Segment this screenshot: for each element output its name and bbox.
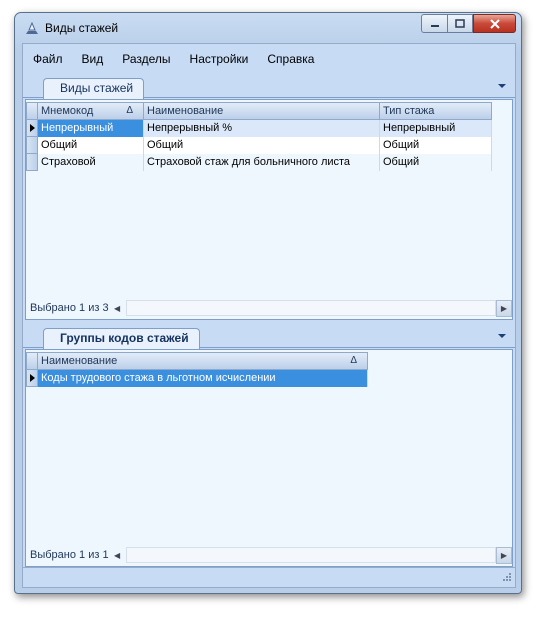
grid-header: Мнемокод Δ Наименование Тип стажа xyxy=(26,102,492,120)
panel-experience-types: Виды стажей Мнемокод Δ Наименование Тип … xyxy=(23,74,515,320)
menu-bar: Файл Вид Разделы Настройки Справка xyxy=(23,44,515,74)
row-indicator xyxy=(26,154,38,171)
grid-experience-types: Мнемокод Δ Наименование Тип стажа Непрер… xyxy=(25,99,513,320)
tabstrip-experience-types: Виды стажей xyxy=(23,74,515,99)
current-row-arrow-icon xyxy=(30,124,35,132)
row-indicator-header xyxy=(26,352,38,370)
scroll-left-icon[interactable]: ◀ xyxy=(114,304,124,313)
column-header-mnemocode[interactable]: Мнемокод Δ xyxy=(38,102,144,120)
maximize-icon xyxy=(455,19,465,28)
scroll-right-button[interactable]: ▶ xyxy=(496,546,512,564)
table-cell[interactable]: Страховой xyxy=(38,154,144,171)
client-area: Файл Вид Разделы Настройки Справка Виды … xyxy=(22,43,516,588)
close-button[interactable] xyxy=(473,14,516,33)
panel-experience-code-groups: Группы кодов стажей Наименование Δ Коды … xyxy=(23,324,515,567)
grid-code-groups: Наименование Δ Коды трудового стажа в ль… xyxy=(25,349,513,567)
tab-code-groups[interactable]: Группы кодов стажей xyxy=(43,328,200,349)
app-icon xyxy=(26,22,38,34)
table-row[interactable]: Страховой Страховой стаж для больничного… xyxy=(26,154,492,171)
table-row[interactable]: Коды трудового стажа в льготном исчислен… xyxy=(26,370,368,387)
scroll-right-icon: ▶ xyxy=(500,303,508,313)
grid-header: Наименование Δ xyxy=(26,352,368,370)
grid-status-bar: Выбрано 1 из 3 ◀ ▶ xyxy=(28,299,512,317)
scroll-right-button[interactable]: ▶ xyxy=(496,299,512,317)
maximize-button[interactable] xyxy=(447,14,473,33)
sort-ascending-icon: Δ xyxy=(126,105,133,116)
row-indicator xyxy=(26,137,38,154)
close-icon xyxy=(489,18,500,29)
sort-ascending-icon: Δ xyxy=(350,355,357,366)
minimize-button[interactable] xyxy=(421,14,447,33)
selection-count: Выбрано 1 из 3 xyxy=(30,302,109,314)
row-indicator-header xyxy=(26,102,38,120)
window-title: Виды стажей xyxy=(45,21,119,35)
column-header-type[interactable]: Тип стажа xyxy=(380,102,492,120)
table-row[interactable]: Непрерывный Непрерывный % Непрерывный xyxy=(26,120,492,137)
menu-sections[interactable]: Разделы xyxy=(122,52,170,66)
chevron-down-icon[interactable] xyxy=(497,81,507,91)
horizontal-scrollbar[interactable] xyxy=(126,300,496,316)
table-cell[interactable]: Непрерывный xyxy=(380,120,492,137)
table-cell[interactable]: Непрерывный % xyxy=(144,120,380,137)
horizontal-scrollbar[interactable] xyxy=(126,547,496,563)
menu-help[interactable]: Справка xyxy=(267,52,314,66)
window-status-bar xyxy=(23,567,515,587)
column-label: Тип стажа xyxy=(383,105,435,117)
selection-count: Выбрано 1 из 1 xyxy=(30,549,109,561)
table-cell[interactable]: Общий xyxy=(144,137,380,154)
table-cell[interactable]: Общий xyxy=(380,154,492,171)
table-cell[interactable]: Непрерывный xyxy=(38,120,144,137)
table-cell[interactable]: Общий xyxy=(38,137,144,154)
tab-experience-types[interactable]: Виды стажей xyxy=(43,78,145,99)
scroll-right-icon: ▶ xyxy=(500,550,508,560)
table-cell[interactable]: Страховой стаж для больничного листа xyxy=(144,154,380,171)
menu-view[interactable]: Вид xyxy=(82,52,104,66)
main-window: Виды стажей Файл Вид Разделы Настройки С… xyxy=(14,12,522,594)
menu-settings[interactable]: Настройки xyxy=(190,52,249,66)
table-row[interactable]: Общий Общий Общий xyxy=(26,137,492,154)
chevron-down-icon[interactable] xyxy=(497,331,507,341)
title-bar[interactable]: Виды стажей xyxy=(15,13,521,43)
menu-file[interactable]: Файл xyxy=(33,52,63,66)
table-cell[interactable]: Коды трудового стажа в льготном исчислен… xyxy=(38,370,368,387)
column-label: Наименование xyxy=(41,355,118,367)
grid-status-bar: Выбрано 1 из 1 ◀ ▶ xyxy=(28,546,512,564)
minimize-icon xyxy=(430,24,439,27)
tabstrip-code-groups: Группы кодов стажей xyxy=(23,324,515,349)
column-header-name[interactable]: Наименование Δ xyxy=(38,352,368,370)
row-indicator xyxy=(26,120,38,137)
row-indicator xyxy=(26,370,38,387)
resize-grip-icon[interactable] xyxy=(500,572,512,584)
current-row-arrow-icon xyxy=(30,374,35,382)
column-header-name[interactable]: Наименование xyxy=(144,102,380,120)
column-label: Мнемокод xyxy=(41,105,94,117)
table-cell[interactable]: Общий xyxy=(380,137,492,154)
scroll-left-icon[interactable]: ◀ xyxy=(114,551,124,560)
column-label: Наименование xyxy=(147,105,224,117)
